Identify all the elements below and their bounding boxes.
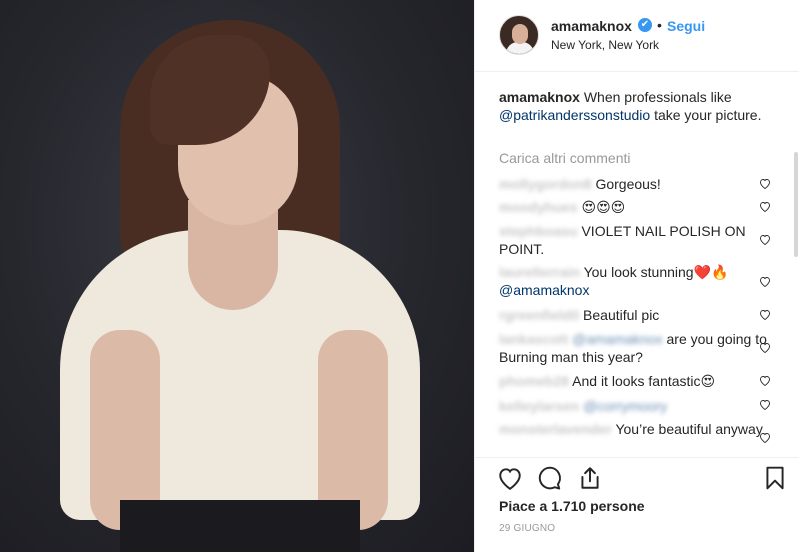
header-location[interactable]: New York, New York: [551, 38, 659, 52]
comment-username[interactable]: monsterlavender: [499, 421, 612, 437]
comment-mention[interactable]: @amamaknox: [572, 331, 662, 347]
comment-row: phomeb28 And it looks fantastic😍: [499, 372, 769, 390]
comment-row: mollygordon8 Gorgeous!: [499, 175, 769, 193]
comment-like-heart-icon[interactable]: [759, 375, 771, 386]
comment-username[interactable]: phomeb28: [499, 373, 569, 389]
verified-badge-icon: ✔: [638, 18, 652, 32]
comment-username[interactable]: stephboasu: [499, 223, 578, 239]
comment-like-heart-icon[interactable]: [759, 276, 771, 287]
comment-like-heart-icon[interactable]: [759, 309, 771, 320]
comment-text: Beautiful pic: [583, 307, 660, 323]
comment-username[interactable]: moodyhues: [499, 199, 578, 215]
photo-vneck: [196, 240, 272, 310]
comment-text: You look stunning❤️🔥: [583, 264, 729, 280]
comment-username[interactable]: kelleylarsen: [499, 398, 579, 414]
bookmark-icon[interactable]: [762, 465, 788, 491]
post-photo[interactable]: [0, 0, 474, 552]
comment-like-heart-icon[interactable]: [759, 342, 771, 353]
comment-text: You’re beautiful anyway: [615, 421, 763, 437]
comment-text: Gorgeous!: [595, 176, 661, 192]
comment-username[interactable]: mollygordon8: [499, 176, 592, 192]
load-more-comments-button[interactable]: Carica altri commenti: [499, 150, 630, 166]
comment-mention[interactable]: @amamaknox: [499, 282, 589, 298]
comment-text: 😍😍😍: [581, 199, 626, 215]
comment-username[interactable]: lankascott: [499, 331, 568, 347]
comment-icon[interactable]: [537, 465, 563, 491]
header-username[interactable]: amamaknox: [551, 18, 632, 34]
caption-username[interactable]: amamaknox: [499, 89, 580, 105]
post-header: amamaknox ✔ • Segui New York, New York: [475, 0, 799, 72]
avatar[interactable]: [499, 15, 539, 55]
heart-icon[interactable]: [497, 465, 523, 491]
comment-like-heart-icon[interactable]: [759, 178, 771, 189]
follow-button[interactable]: Segui: [667, 18, 705, 34]
comments-list[interactable]: amamaknox When professionals like @patri…: [475, 72, 799, 457]
likes-count[interactable]: Piace a 1.710 persone: [499, 498, 645, 514]
comment-row: stephboasu VIOLET NAIL POLISH ON POINT.: [499, 222, 769, 258]
comment-row: kelleylarsen @corrymoory: [499, 397, 769, 415]
comment-like-heart-icon[interactable]: [759, 201, 771, 212]
post-actions: Piace a 1.710 persone 29 GIUGNO: [475, 457, 799, 552]
comment-like-heart-icon[interactable]: [759, 399, 771, 410]
avatar-face: [512, 24, 528, 44]
comment-row: laurelterrain You look stunning❤️🔥 @amam…: [499, 263, 769, 299]
comment-row: monsterlavender You’re beautiful anyway: [499, 420, 769, 438]
caption-mention[interactable]: @patrikanderssonstudio: [499, 107, 650, 123]
comment-like-heart-icon[interactable]: [759, 432, 771, 443]
caption-text-after: take your picture.: [650, 107, 762, 123]
caption-text-before: When professionals like: [579, 89, 732, 105]
comments-scrollbar[interactable]: [794, 152, 798, 257]
share-icon[interactable]: [577, 465, 603, 491]
comment-row: rgreenfield0 Beautiful pic: [499, 306, 769, 324]
comment-row: lankascott @amamaknox are you going to B…: [499, 330, 769, 366]
comment-text: And it looks fantastic😍: [572, 373, 716, 389]
post-side-panel: amamaknox ✔ • Segui New York, New York a…: [474, 0, 799, 552]
header-separator: •: [657, 17, 662, 33]
post-date[interactable]: 29 GIUGNO: [499, 523, 555, 534]
comment-like-heart-icon[interactable]: [759, 234, 771, 245]
comment-row: moodyhues 😍😍😍: [499, 198, 769, 216]
comment-mention[interactable]: @corrymoory: [583, 398, 667, 414]
post-caption: amamaknox When professionals like @patri…: [499, 88, 769, 124]
comment-username[interactable]: laurelterrain: [499, 264, 580, 280]
photo-pants: [120, 500, 360, 552]
comment-username[interactable]: rgreenfield0: [499, 307, 579, 323]
